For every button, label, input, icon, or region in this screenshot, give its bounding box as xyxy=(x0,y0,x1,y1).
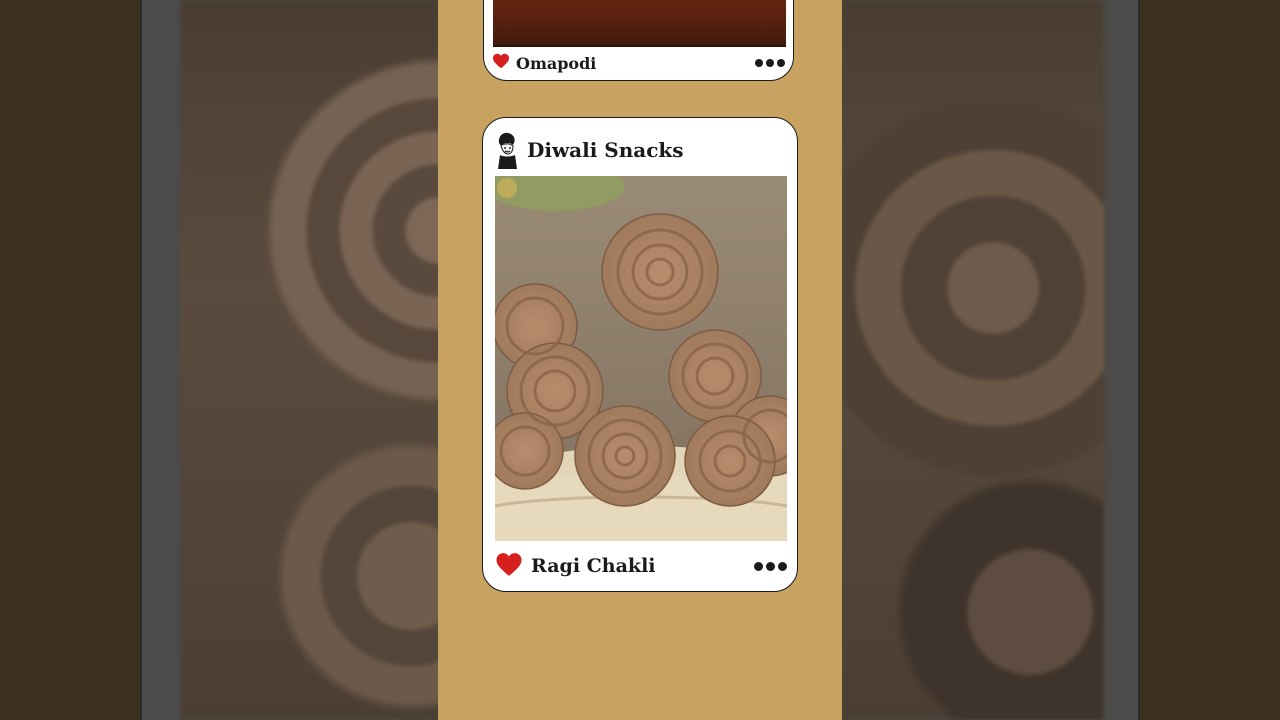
more-options-icon[interactable] xyxy=(755,59,785,67)
post-image[interactable] xyxy=(495,176,787,541)
dot xyxy=(754,561,763,571)
post-collection-title: Diwali Snacks xyxy=(527,138,684,162)
dot xyxy=(755,59,763,67)
jar-rim xyxy=(493,45,786,47)
chef-avatar-icon[interactable] xyxy=(495,131,519,169)
dot xyxy=(766,561,775,571)
post-footer: Omapodi xyxy=(484,51,793,75)
heart-icon[interactable] xyxy=(492,53,510,73)
dot xyxy=(766,59,774,67)
post-card-omapodi[interactable]: Omapodi xyxy=(483,0,794,81)
more-options-icon[interactable] xyxy=(754,561,787,571)
post-item-title: Omapodi xyxy=(516,53,597,73)
post-image[interactable] xyxy=(493,0,786,47)
post-footer: Ragi Chakli xyxy=(483,548,797,584)
dot xyxy=(777,59,785,67)
post-item-title: Ragi Chakli xyxy=(531,555,656,577)
post-card-ragi-chakli[interactable]: Diwali Snacks Ragi Chakli xyxy=(482,117,798,592)
post-header: Diwali Snacks xyxy=(495,130,684,170)
heart-icon[interactable] xyxy=(495,552,523,581)
dot xyxy=(778,561,787,571)
